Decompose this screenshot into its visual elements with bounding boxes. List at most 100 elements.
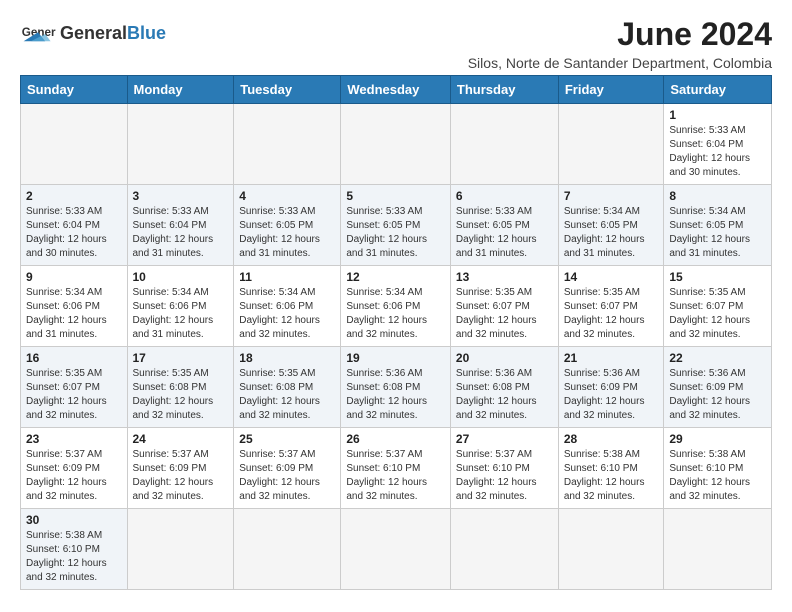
logo: General GeneralBlue <box>20 16 166 52</box>
calendar-cell <box>234 104 341 185</box>
calendar-cell: 29 Sunrise: 5:38 AMSunset: 6:10 PMDayligh… <box>664 428 772 509</box>
weekday-header-monday: Monday <box>127 76 234 104</box>
calendar-cell <box>558 104 664 185</box>
day-info: Sunrise: 5:38 AMSunset: 6:10 PMDaylight:… <box>26 529 122 585</box>
day-info: Sunrise: 5:36 AMSunset: 6:08 PMDaylight:… <box>456 367 553 423</box>
weekday-header-thursday: Thursday <box>450 76 558 104</box>
day-number: 2 <box>26 189 122 203</box>
calendar-cell: 28 Sunrise: 5:38 AMSunset: 6:10 PMDayligh… <box>558 428 664 509</box>
calendar-week-row: 16Sunrise: 5:35 AMSunset: 6:07 PMDayligh… <box>21 347 772 428</box>
calendar-cell: 9 Sunrise: 5:34 AMSunset: 6:06 PMDaylight… <box>21 266 128 347</box>
day-number: 12 <box>346 270 445 284</box>
calendar-cell <box>341 104 451 185</box>
calendar-cell: 3 Sunrise: 5:33 AMSunset: 6:04 PMDaylight… <box>127 185 234 266</box>
day-info: Sunrise: 5:36 AMSunset: 6:08 PMDaylight:… <box>346 367 445 423</box>
day-number: 10 <box>133 270 229 284</box>
day-number: 4 <box>239 189 335 203</box>
calendar-week-row: 2 Sunrise: 5:33 AMSunset: 6:04 PMDaylight… <box>21 185 772 266</box>
calendar-cell <box>664 509 772 590</box>
calendar-cell <box>558 509 664 590</box>
title-area: June 2024 Silos, Norte de Santander Depa… <box>468 16 772 71</box>
calendar-cell: 8Sunrise: 5:34 AMSunset: 6:05 PMDaylight… <box>664 185 772 266</box>
day-info: Sunrise: 5:34 AMSunset: 6:06 PMDaylight:… <box>26 286 122 342</box>
calendar-cell: 12 Sunrise: 5:34 AMSunset: 6:06 PMDayligh… <box>341 266 451 347</box>
calendar-cell: 11 Sunrise: 5:34 AMSunset: 6:06 PMDayligh… <box>234 266 341 347</box>
calendar-cell <box>450 509 558 590</box>
calendar-cell: 23Sunrise: 5:37 AMSunset: 6:09 PMDayligh… <box>21 428 128 509</box>
day-number: 13 <box>456 270 553 284</box>
day-info: Sunrise: 5:34 AMSunset: 6:06 PMDaylight:… <box>239 286 335 342</box>
calendar-cell: 7 Sunrise: 5:34 AMSunset: 6:05 PMDaylight… <box>558 185 664 266</box>
day-info: Sunrise: 5:35 AMSunset: 6:07 PMDaylight:… <box>456 286 553 342</box>
calendar-cell: 4 Sunrise: 5:33 AMSunset: 6:05 PMDaylight… <box>234 185 341 266</box>
calendar-cell: 5 Sunrise: 5:33 AMSunset: 6:05 PMDaylight… <box>341 185 451 266</box>
calendar-cell: 24Sunrise: 5:37 AMSunset: 6:09 PMDayligh… <box>127 428 234 509</box>
day-info: Sunrise: 5:35 AMSunset: 6:08 PMDaylight:… <box>239 367 335 423</box>
day-info: Sunrise: 5:35 AMSunset: 6:08 PMDaylight:… <box>133 367 229 423</box>
weekday-header-friday: Friday <box>558 76 664 104</box>
calendar-cell: 21Sunrise: 5:36 AMSunset: 6:09 PMDayligh… <box>558 347 664 428</box>
calendar-cell: 1 Sunrise: 5:33 AMSunset: 6:04 PMDaylight… <box>664 104 772 185</box>
day-info: Sunrise: 5:33 AMSunset: 6:04 PMDaylight:… <box>669 124 766 180</box>
calendar-table: SundayMondayTuesdayWednesdayThursdayFrid… <box>20 75 772 590</box>
day-info: Sunrise: 5:36 AMSunset: 6:09 PMDaylight:… <box>669 367 766 423</box>
day-info: Sunrise: 5:33 AMSunset: 6:05 PMDaylight:… <box>456 205 553 261</box>
calendar-cell: 19 Sunrise: 5:36 AMSunset: 6:08 PMDayligh… <box>341 347 451 428</box>
day-number: 8 <box>669 189 766 203</box>
weekday-header-tuesday: Tuesday <box>234 76 341 104</box>
day-number: 28 <box>564 432 659 446</box>
calendar-cell: 25Sunrise: 5:37 AMSunset: 6:09 PMDayligh… <box>234 428 341 509</box>
calendar-cell: 20 Sunrise: 5:36 AMSunset: 6:08 PMDayligh… <box>450 347 558 428</box>
day-info: Sunrise: 5:35 AMSunset: 6:07 PMDaylight:… <box>564 286 659 342</box>
day-info: Sunrise: 5:34 AMSunset: 6:06 PMDaylight:… <box>133 286 229 342</box>
day-number: 1 <box>669 108 766 122</box>
calendar-cell: 10 Sunrise: 5:34 AMSunset: 6:06 PMDayligh… <box>127 266 234 347</box>
day-number: 27 <box>456 432 553 446</box>
day-number: 17 <box>133 351 229 365</box>
calendar-cell <box>127 104 234 185</box>
day-number: 19 <box>346 351 445 365</box>
day-info: Sunrise: 5:33 AMSunset: 6:04 PMDaylight:… <box>133 205 229 261</box>
calendar-cell: 2 Sunrise: 5:33 AMSunset: 6:04 PMDaylight… <box>21 185 128 266</box>
calendar-cell: 18 Sunrise: 5:35 AMSunset: 6:08 PMDayligh… <box>234 347 341 428</box>
day-number: 11 <box>239 270 335 284</box>
day-info: Sunrise: 5:38 AMSunset: 6:10 PMDaylight:… <box>564 448 659 504</box>
calendar-cell: 26Sunrise: 5:37 AMSunset: 6:10 PMDayligh… <box>341 428 451 509</box>
calendar-cell: 30Sunrise: 5:38 AMSunset: 6:10 PMDayligh… <box>21 509 128 590</box>
logo-text: GeneralBlue <box>60 24 166 44</box>
calendar-cell: 22 Sunrise: 5:36 AMSunset: 6:09 PMDayligh… <box>664 347 772 428</box>
location-subtitle: Silos, Norte de Santander Department, Co… <box>468 55 772 71</box>
calendar-cell <box>234 509 341 590</box>
weekday-header-wednesday: Wednesday <box>341 76 451 104</box>
day-number: 3 <box>133 189 229 203</box>
day-info: Sunrise: 5:37 AMSunset: 6:10 PMDaylight:… <box>456 448 553 504</box>
day-number: 20 <box>456 351 553 365</box>
day-number: 7 <box>564 189 659 203</box>
calendar-cell: 17 Sunrise: 5:35 AMSunset: 6:08 PMDayligh… <box>127 347 234 428</box>
day-number: 16 <box>26 351 122 365</box>
day-info: Sunrise: 5:34 AMSunset: 6:06 PMDaylight:… <box>346 286 445 342</box>
day-number: 29 <box>669 432 766 446</box>
day-info: Sunrise: 5:33 AMSunset: 6:04 PMDaylight:… <box>26 205 122 261</box>
weekday-header-saturday: Saturday <box>664 76 772 104</box>
day-number: 22 <box>669 351 766 365</box>
day-number: 14 <box>564 270 659 284</box>
day-info: Sunrise: 5:33 AMSunset: 6:05 PMDaylight:… <box>346 205 445 261</box>
day-info: Sunrise: 5:37 AMSunset: 6:09 PMDaylight:… <box>26 448 122 504</box>
day-info: Sunrise: 5:33 AMSunset: 6:05 PMDaylight:… <box>239 205 335 261</box>
day-number: 15 <box>669 270 766 284</box>
calendar-cell: 16Sunrise: 5:35 AMSunset: 6:07 PMDayligh… <box>21 347 128 428</box>
day-number: 9 <box>26 270 122 284</box>
calendar-cell <box>21 104 128 185</box>
day-info: Sunrise: 5:37 AMSunset: 6:09 PMDaylight:… <box>133 448 229 504</box>
calendar-cell <box>450 104 558 185</box>
logo-icon: General <box>20 16 56 52</box>
day-info: Sunrise: 5:37 AMSunset: 6:09 PMDaylight:… <box>239 448 335 504</box>
calendar-cell: 6Sunrise: 5:33 AMSunset: 6:05 PMDaylight… <box>450 185 558 266</box>
day-number: 5 <box>346 189 445 203</box>
day-number: 26 <box>346 432 445 446</box>
day-info: Sunrise: 5:38 AMSunset: 6:10 PMDaylight:… <box>669 448 766 504</box>
day-info: Sunrise: 5:36 AMSunset: 6:09 PMDaylight:… <box>564 367 659 423</box>
day-number: 18 <box>239 351 335 365</box>
day-info: Sunrise: 5:34 AMSunset: 6:05 PMDaylight:… <box>564 205 659 261</box>
